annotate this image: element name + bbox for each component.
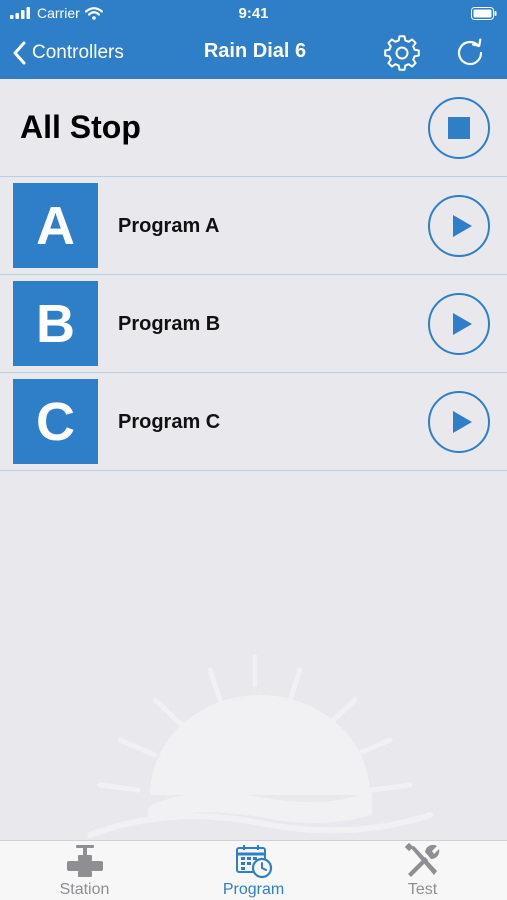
program-row-b[interactable]: B Program B [0, 275, 507, 373]
program-name: Program C [118, 411, 221, 433]
program-letter-badge: C [13, 379, 98, 464]
all-stop-row: All Stop [0, 79, 507, 177]
gear-icon [384, 35, 420, 71]
screen: Carrier 9:41 Controllers Rain Dial 6 All… [0, 0, 507, 900]
settings-button[interactable] [384, 35, 420, 71]
valve-icon [67, 845, 103, 877]
tab-bar: Station Program Test [0, 840, 507, 900]
calendar-clock-icon [236, 845, 273, 879]
all-stop-button[interactable] [428, 97, 490, 159]
tab-program[interactable]: Program [169, 841, 338, 900]
header: Carrier 9:41 Controllers Rain Dial 6 [0, 0, 507, 79]
refresh-button[interactable] [452, 35, 488, 71]
play-program-b-button[interactable] [428, 293, 490, 355]
tab-label: Program [222, 881, 285, 898]
battery-icon [471, 7, 497, 20]
status-bar: Carrier 9:41 [0, 0, 507, 28]
play-program-a-button[interactable] [428, 195, 490, 257]
play-program-c-button[interactable] [428, 391, 490, 453]
status-time: 9:41 [238, 5, 269, 22]
back-label: Controllers [32, 42, 124, 63]
program-letter-badge: B [13, 281, 98, 366]
program-name: Program B [118, 313, 221, 335]
play-icon [452, 313, 472, 335]
all-stop-label: All Stop [20, 109, 141, 145]
program-row-a[interactable]: A Program A [0, 177, 507, 275]
tab-test[interactable]: Test [338, 841, 507, 900]
program-name: Program A [118, 215, 220, 237]
tab-label: Test [407, 881, 438, 898]
chevron-left-icon [13, 41, 26, 65]
stop-icon [448, 117, 470, 139]
tab-label: Station [59, 881, 110, 898]
play-icon [452, 215, 472, 237]
page-title: Rain Dial 6 [203, 40, 307, 62]
refresh-icon [457, 38, 483, 66]
back-button[interactable]: Controllers [12, 37, 124, 69]
tools-icon [405, 843, 440, 877]
program-letter-badge: A [13, 183, 98, 268]
play-icon [452, 411, 472, 433]
nav-bar: Controllers Rain Dial 6 [0, 28, 507, 79]
sun-watermark-icon [87, 654, 433, 838]
program-row-c[interactable]: C Program C [0, 373, 507, 471]
tab-station[interactable]: Station [0, 841, 169, 900]
